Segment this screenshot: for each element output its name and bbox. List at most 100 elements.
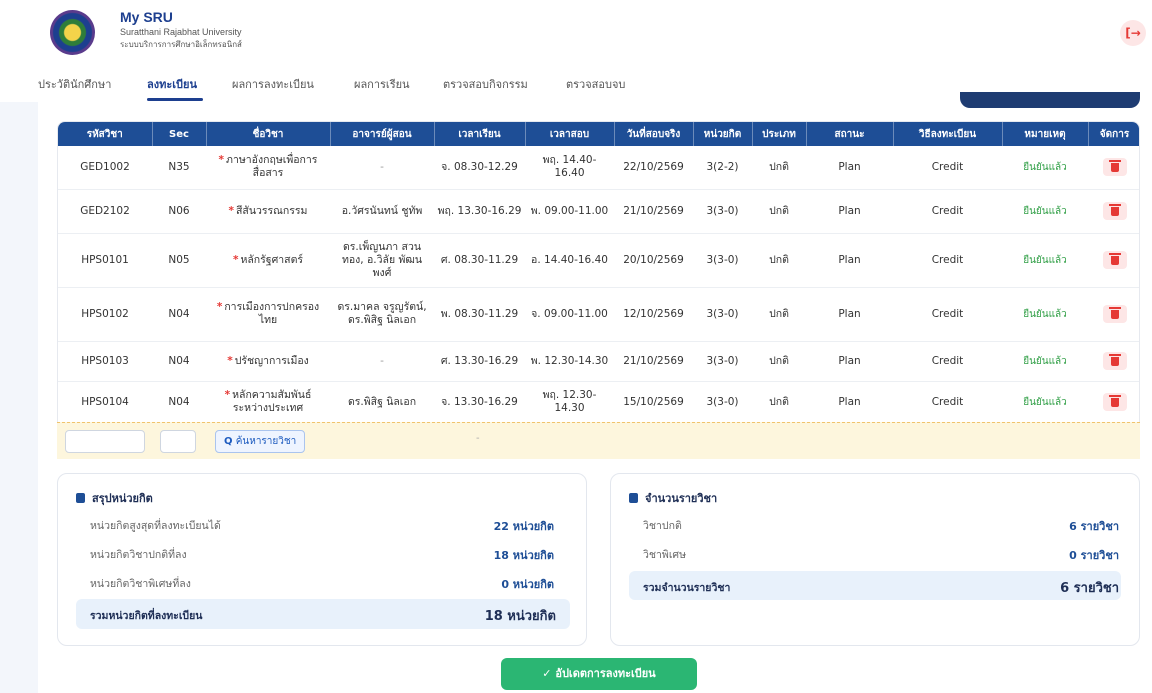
required-marker: * [228, 204, 235, 217]
cell-manage [1088, 233, 1139, 288]
delete-button[interactable] [1102, 158, 1127, 177]
cell-type: ปกติ [752, 233, 806, 288]
cell-exam-date: 20/10/2569 [614, 233, 693, 288]
normal-credit-value: 18 หน่วยกิต [493, 549, 554, 562]
course-name: หลักความสัมพันธ์ระหว่างประเทศ [232, 389, 312, 414]
cell-manage [1088, 146, 1139, 190]
cell-name: * ปรัชญาการเมือง [206, 341, 330, 382]
trash-icon [1108, 307, 1121, 319]
logout-button[interactable]: [→ [1120, 20, 1146, 46]
course-count-title: จำนวนรายวิชา [629, 489, 717, 507]
search-course-button[interactable]: Q ค้นหารายวิชา [215, 430, 306, 453]
top-action-button[interactable] [960, 92, 1140, 108]
cell-class-time: พฤ. 13.30-16.29 [434, 189, 525, 234]
col-header-code: รหัสวิชา [58, 122, 153, 146]
col-header-credit: หน่วยกิต [693, 122, 753, 146]
course-table: รหัสวิชา Sec ชื่อวิชา อาจารย์ผู้สอน เวลา… [58, 122, 1139, 424]
cell-status: Plan [806, 381, 893, 424]
section-input[interactable] [160, 430, 196, 453]
col-header-name: ชื่อวิชา [206, 122, 331, 146]
cell-exam-date: 21/10/2569 [614, 341, 693, 382]
delete-button[interactable] [1102, 305, 1127, 323]
cell-code: HPS0103 [58, 341, 152, 382]
app-subtitle-th: ระบบบริการการศึกษาอิเล็กทรอนิกส์ [120, 40, 242, 49]
cell-exam-time: พฤ. 14.40-16.40 [525, 146, 614, 190]
cell-code: GED1002 [58, 146, 152, 190]
tab-grades[interactable]: ผลการเรียน [354, 75, 410, 93]
special-credit-value: 0 หน่วยกิต [501, 578, 554, 591]
cell-exam-time: พ. 09.00-11.00 [525, 189, 614, 234]
cell-status: Plan [806, 146, 893, 190]
delete-button[interactable] [1102, 202, 1127, 220]
cell-teacher: ดร.เพ็ญนภา สวนทอง, อ.วิลัย พัฒนพงศ์ [330, 233, 434, 288]
col-header-exam-date: วันที่สอบจริง [614, 122, 694, 146]
cell-code: HPS0102 [58, 287, 152, 342]
cell-method: Credit [893, 233, 1002, 288]
cell-exam-time: พฤ. 12.30-14.30 [525, 381, 614, 424]
col-header-sec: Sec [152, 122, 207, 146]
col-header-type: ประเภท [752, 122, 807, 146]
cell-status: Plan [806, 287, 893, 342]
delete-button[interactable] [1102, 352, 1127, 370]
col-header-status: สถานะ [806, 122, 894, 146]
table-row: GED1002 N35 * ภาษาอังกฤษเพื่อการสื่อสาร -… [58, 146, 1139, 190]
cell-code: HPS0101 [58, 233, 152, 288]
course-name: หลักรัฐศาสตร์ [240, 253, 304, 266]
table-icon [629, 493, 638, 503]
normal-course-label: วิชาปกติ [643, 520, 682, 532]
col-header-method: วิธีลงทะเบียน [893, 122, 1003, 146]
cell-exam-date: 15/10/2569 [614, 381, 693, 424]
cell-credit: 3(3-0) [693, 341, 752, 382]
cell-manage [1088, 189, 1139, 234]
cell-type: ปกติ [752, 189, 806, 234]
search-result-placeholder: - [476, 433, 480, 444]
active-tab-indicator [147, 98, 203, 101]
cell-class-time: จ. 08.30-12.29 [434, 146, 525, 190]
course-code-input[interactable] [65, 430, 145, 453]
table-row: HPS0102 N04 * การเมืองการปกครองไทย ดร.มาค… [58, 287, 1139, 342]
app-title: My SRU [120, 9, 173, 25]
trash-icon [1108, 395, 1121, 407]
normal-course-value: 6 รายวิชา [1069, 520, 1119, 533]
tab-registration-result[interactable]: ผลการลงทะเบียน [232, 75, 314, 93]
max-credit-label: หน่วยกิตสูงสุดที่ลงทะเบียนได้ [90, 520, 221, 532]
cell-exam-time: จ. 09.00-11.00 [525, 287, 614, 342]
col-header-teacher: อาจารย์ผู้สอน [330, 122, 435, 146]
cell-teacher: - [330, 146, 434, 190]
cell-status: Plan [806, 233, 893, 288]
cell-name: * ภาษาอังกฤษเพื่อการสื่อสาร [206, 146, 330, 190]
tab-activities[interactable]: ตรวจสอบกิจกรรม [443, 75, 528, 93]
add-course-row: Q ค้นหารายวิชา - [57, 422, 1140, 459]
update-registration-button[interactable]: ✓ อัปเดตการลงทะเบียน [501, 658, 697, 690]
course-total-value: 6 รายวิชา [1060, 581, 1119, 596]
credit-summary-card: สรุปหน่วยกิต หน่วยกิตสูงสุดที่ลงทะเบียนไ… [57, 473, 587, 646]
cell-type: ปกติ [752, 146, 806, 190]
logout-icon: [→ [1125, 26, 1141, 40]
delete-button[interactable] [1102, 251, 1127, 269]
cell-method: Credit [893, 146, 1002, 190]
tab-graduation-check[interactable]: ตรวจสอบจบ [566, 75, 625, 93]
cell-teacher: - [330, 341, 434, 382]
app-header: My SRU Suratthani Rajabhat University ระ… [0, 0, 1152, 62]
col-header-note: หมายเหตุ [1002, 122, 1089, 146]
cell-exam-date: 12/10/2569 [614, 287, 693, 342]
credit-total-bar: รวมหน่วยกิตที่ลงทะเบียน 18 หน่วยกิต [76, 599, 570, 629]
delete-button[interactable] [1102, 393, 1127, 411]
special-credit-label: หน่วยกิตวิชาพิเศษที่ลง [90, 578, 191, 590]
cell-note: ยืนยันแล้ว [1002, 341, 1088, 382]
credit-total-label: รวมหน่วยกิตที่ลงทะเบียน [90, 610, 203, 622]
cell-method: Credit [893, 381, 1002, 424]
cell-status: Plan [806, 189, 893, 234]
cell-credit: 3(3-0) [693, 233, 752, 288]
left-sidebar-strip [0, 102, 38, 693]
cell-note: ยืนยันแล้ว [1002, 146, 1088, 190]
tab-student-profile[interactable]: ประวัตินักศึกษา [38, 75, 111, 93]
tab-registration[interactable]: ลงทะเบียน [147, 75, 197, 93]
cell-manage [1088, 381, 1139, 424]
cell-sec: N04 [152, 341, 206, 382]
cell-manage [1088, 341, 1139, 382]
table-row: HPS0101 N05 * หลักรัฐศาสตร์ ดร.เพ็ญนภา สว… [58, 233, 1139, 288]
cell-credit: 3(3-0) [693, 381, 752, 424]
course-total-label: รวมจำนวนรายวิชา [643, 582, 731, 594]
cell-sec: N04 [152, 381, 206, 424]
